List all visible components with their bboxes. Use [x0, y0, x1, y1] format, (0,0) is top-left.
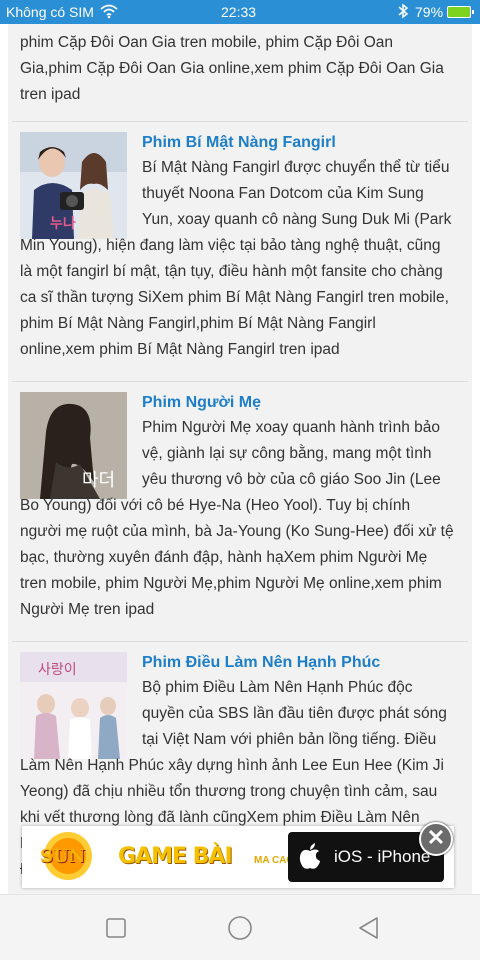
desc-line: quyền của SBS lần đầu tiên được phát són… [142, 705, 447, 722]
desc-line: bạc, thường xuyên đánh đập, hành hạXem p… [20, 549, 428, 566]
previous-item-description: phim Cặp Đôi Oan Gia tren mobile, phim C… [20, 30, 460, 108]
ios-button-label: iOS - iPhone [334, 847, 431, 866]
wifi-icon [100, 3, 118, 22]
desc-line: Người Mẹ tren ipad [20, 601, 155, 618]
system-nav-bar [0, 894, 480, 960]
ad-slogan: GAME BÀI [118, 844, 233, 869]
divider [12, 641, 468, 642]
battery-charging-icon [447, 6, 474, 18]
movie-title-link[interactable]: Phim Điều Làm Nên Hạnh Phúc [142, 654, 380, 672]
desc-line: Làm Nên Hạnh Phúc xây dựng hình ảnh Lee … [20, 757, 444, 774]
back-icon[interactable] [353, 913, 383, 943]
movie-description: Phim Người Mẹ xoay quanh hành trình bảo … [20, 415, 464, 623]
desc-line: Bộ phim Điều Làm Nên Hạnh Phúc độc [142, 679, 413, 696]
movie-list: phim Cặp Đôi Oan Gia tren mobile, phim C… [8, 24, 472, 894]
desc-line: người mẹ ruột của mình, bà Ja-Young (Ko … [20, 523, 454, 540]
desc-line: ca sĩ thần tượng SiXem phim Bí Mật Nàng … [20, 289, 449, 306]
apple-icon [298, 842, 322, 870]
ad-banner[interactable]: SUN GAME BÀI MA CAO iOS - iPhone [22, 826, 454, 888]
divider [12, 381, 468, 382]
desc-line: tại Việt Nam với phiên bản lồng tiếng. Đ… [142, 731, 437, 748]
desc-line: phim Cặp Đôi Oan Gia tren mobile, phim C… [20, 34, 394, 51]
desc-line: Yun, xoay quanh cô nàng Sung Duk Mi (Par… [142, 211, 452, 228]
divider [12, 121, 468, 122]
ad-logo-text: SUN [40, 846, 86, 867]
desc-line: Bo Young) đối với cô bé Hye-Na (Heo Yool… [20, 497, 411, 514]
recent-apps-icon[interactable] [101, 913, 131, 943]
desc-line: Bí Mật Nàng Fangirl được chuyển thể từ t… [142, 159, 450, 176]
desc-line: yêu thương vô bờ của cô giáo Soo Jin (Le… [142, 471, 441, 488]
status-bar: Không có SIM 22:33 79% [0, 0, 480, 24]
bluetooth-icon [397, 3, 409, 22]
clock: 22:33 [221, 4, 257, 20]
movie-description: Bí Mật Nàng Fangirl được chuyển thể từ t… [20, 155, 464, 363]
desc-line: phim Bí Mật Nàng Fangirl,phim Bí Mật Nàn… [20, 315, 376, 332]
desc-line: Gia,phim Cặp Đôi Oan Gia online,xem phim… [20, 60, 444, 77]
movie-title-link[interactable]: Phim Người Mẹ [142, 394, 261, 412]
home-icon[interactable] [225, 913, 255, 943]
desc-line: Yeong) đã chịu nhiều tổn thương trong ch… [20, 783, 438, 800]
desc-line: là một fangirl bí mật, tận tụy, điều hàn… [20, 263, 443, 280]
movie-title-link[interactable]: Phim Bí Mật Nàng Fangirl [142, 134, 336, 152]
carrier-label: Không có SIM [6, 4, 94, 20]
desc-line: vệ, giành lại sự công bằng, mang một tìn… [142, 445, 432, 462]
desc-line: tren ipad [20, 86, 81, 103]
desc-line: Min Young), hiện đang làm việc tại bảo t… [20, 237, 441, 254]
desc-line: Phim Người Mẹ xoay quanh hành trình bảo [142, 419, 440, 436]
battery-percent: 79% [415, 4, 444, 20]
ad-close-button[interactable]: ✕ [419, 822, 453, 856]
desc-line: thuyết Noona Fan Dotcom của Kim Sung [142, 185, 424, 202]
desc-line: tren mobile, phim Người Mẹ,phim Người Mẹ… [20, 575, 442, 592]
desc-line: online,xem phim Bí Mật Nàng Fangirl tren… [20, 341, 340, 358]
